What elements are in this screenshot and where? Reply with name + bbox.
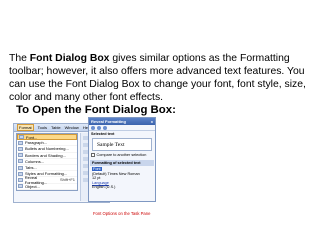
tabs-icon [18,165,23,170]
menu-format[interactable]: Format [17,124,34,131]
figure-caption: Font Options on the Task Pane [93,211,151,216]
menu-window[interactable]: Window [65,125,79,130]
paragraph-icon [18,140,23,145]
forward-icon[interactable] [97,125,101,130]
object-icon [18,184,23,189]
reveal-icon [18,177,23,182]
section-heading: To Open the Font Dialog Box: [16,104,176,116]
columns-icon [18,159,23,164]
menu-table[interactable]: Table [51,125,61,130]
borders-icon [18,153,23,158]
menu-item-label: Font... [26,134,38,140]
reveal-formatting-pane: Reveal Formatting x Selected text Sample… [88,117,156,202]
menu-item-label: Object... [25,183,40,189]
home-icon[interactable] [103,125,107,130]
close-icon[interactable]: x [151,119,155,124]
font-link[interactable]: Font [92,167,102,171]
language-value: English (U.S.) [92,185,116,190]
font-icon [19,135,24,140]
compare-label: Compare to another selection [96,153,147,157]
menu-item-label: Tabs... [25,165,37,171]
back-icon[interactable] [91,125,95,130]
menu-item-shortcut: Shift+F1 [59,177,75,183]
formatting-tree: Font (Default) Times New Roman 12 pt Lan… [89,166,155,191]
sample-text-box[interactable]: Sample Text [92,138,152,151]
format-menu-list: Font... Paragraph... Bullets and Numberi… [16,133,78,191]
selected-text-label: Selected text [91,132,115,136]
menu-item-label: Bullets and Numbering... [25,146,69,152]
pane-title-bar: Reveal Formatting x [89,118,155,125]
bullets-icon [18,146,23,151]
compare-checkbox[interactable] [91,153,95,157]
menu-item-label: Borders and Shading... [25,152,66,158]
compare-checkbox-row[interactable]: Compare to another selection [89,152,155,158]
pane-title: Reveal Formatting [91,119,126,124]
intro-paragraph: The Font Dialog Box gives similar option… [9,52,314,104]
menu-item-label: Columns... [25,158,45,164]
menu-item-label: Paragraph... [25,140,48,146]
styles-icon [18,171,23,176]
menu-tools[interactable]: Tools [38,125,47,130]
intro-bold-term: Font Dialog Box [29,53,110,64]
intro-text-start: The [9,53,30,64]
language-link[interactable]: Language [92,181,109,185]
